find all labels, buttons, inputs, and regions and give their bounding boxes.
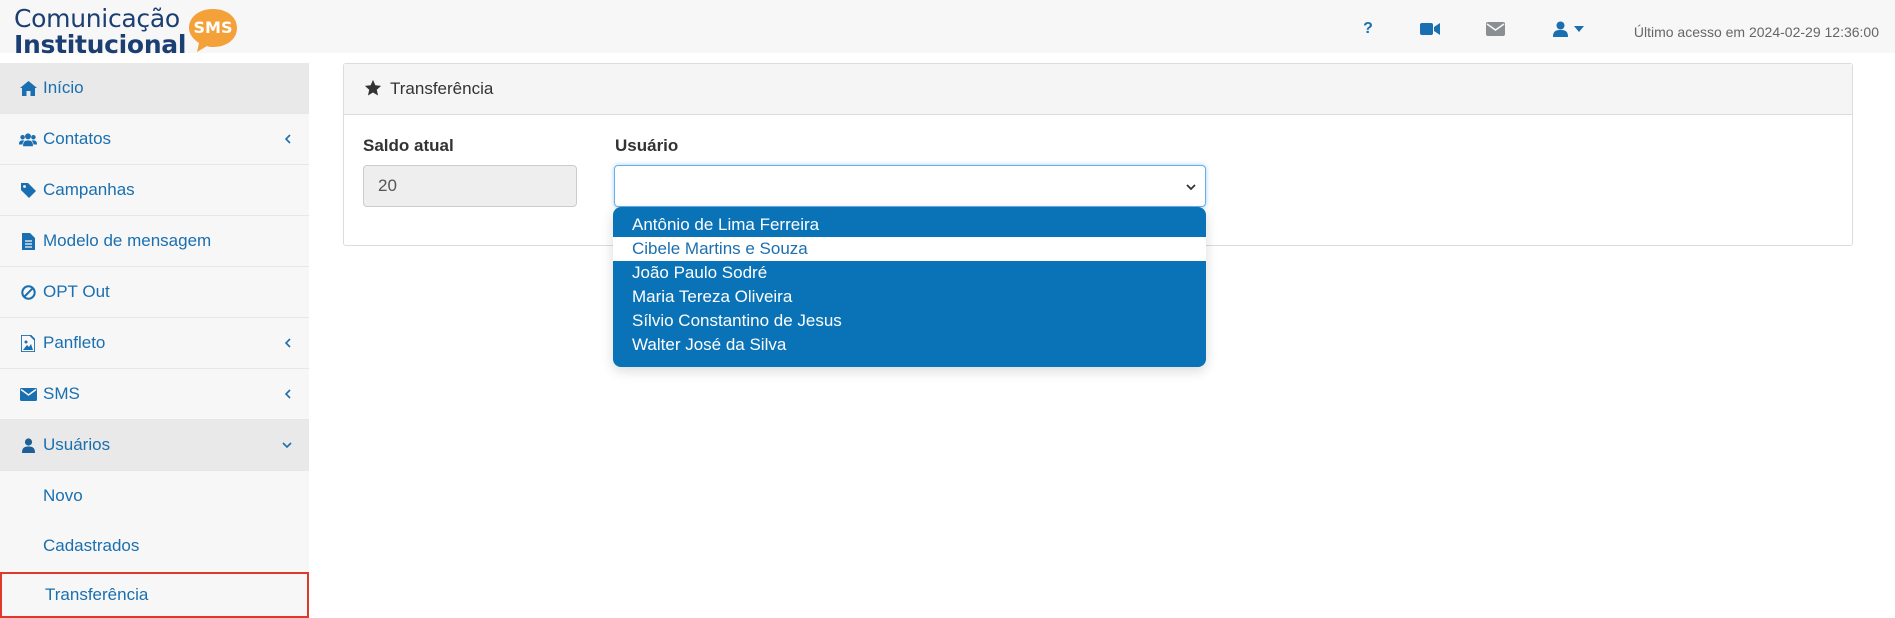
user-icon [19,436,37,454]
app-logo[interactable]: Comunicação Institucional SMS [14,2,244,59]
sidebar-item-sms[interactable]: SMS [0,369,309,420]
image-icon [19,334,37,352]
chevron-left-icon [281,388,293,400]
usuario-label: Usuário [615,136,679,155]
chevron-left-icon [281,337,293,349]
sidebar-item-opt-out[interactable]: OPT Out [0,267,309,318]
logo-line2: Institucional [14,30,187,59]
sidebar-item-campanhas[interactable]: Campanhas [0,165,309,216]
video-camera-icon [1420,23,1440,35]
sidebar-item-label: Usuários [43,435,111,454]
sidebar-item-contatos[interactable]: Contatos [0,114,309,165]
star-icon [364,79,382,96]
help-button[interactable]: ? [1361,20,1375,38]
sidebar-subitem-transferencia[interactable]: Transferência [0,572,309,618]
sidebar: Início Contatos Campanhas Modelo de mens… [0,63,309,618]
sidebar-subitem-cadastrados[interactable]: Cadastrados [0,521,309,571]
dropdown-option[interactable]: Maria Tereza Oliveira [613,285,1206,309]
sidebar-subitem-label: Cadastrados [43,536,140,555]
sidebar-item-modelo-de-mensagem[interactable]: Modelo de mensagem [0,216,309,267]
video-button[interactable] [1420,20,1440,38]
sidebar-item-label: Modelo de mensagem [43,231,212,250]
panel-title: Transferência [390,79,494,98]
sidebar-subitem-label: Novo [43,486,83,505]
logo-line1: Comunicação [14,4,180,33]
envelope-icon [19,385,37,403]
user-menu-button[interactable] [1550,20,1586,38]
sidebar-item-label: OPT Out [43,282,110,301]
sidebar-item-label: Contatos [43,129,112,148]
chevron-down-icon [1186,184,1196,191]
usuario-select[interactable] [614,165,1206,207]
chevron-left-icon [281,133,293,145]
sidebar-item-inicio[interactable]: Início [0,63,309,114]
saldo-field: 20 [363,165,577,207]
messages-button[interactable] [1485,20,1505,38]
chevron-down-icon [281,439,293,451]
question-icon: ? [1363,20,1373,37]
dropdown-option[interactable]: Walter José da Silva [613,333,1206,357]
ban-icon [19,283,37,301]
envelope-icon [1485,22,1505,36]
dropdown-option[interactable]: João Paulo Sodré [613,261,1206,285]
user-icon [1552,21,1568,37]
home-icon [19,79,37,97]
file-text-icon [19,232,37,250]
saldo-label: Saldo atual [363,136,454,155]
top-header: Comunicação Institucional SMS ? Último a… [0,0,1895,59]
caret-down-icon [1573,26,1584,32]
sidebar-item-label: Início [43,78,84,97]
sidebar-item-usuarios[interactable]: Usuários [0,420,309,471]
sidebar-subitem-novo[interactable]: Novo [0,471,309,521]
dropdown-option[interactable]: Antônio de Lima Ferreira [613,213,1206,237]
usuario-dropdown-list: Antônio de Lima Ferreira Cibele Martins … [613,207,1206,367]
sidebar-item-panfleto[interactable]: Panfleto [0,318,309,369]
dropdown-option[interactable]: Sílvio Constantino de Jesus [613,309,1206,333]
sidebar-item-label: SMS [43,384,80,403]
last-access-text: Último acesso em 2024-02-29 12:36:00 [1633,24,1879,40]
sidebar-subitem-label: Transferência [45,585,149,604]
panel-heading: Transferência [344,64,1852,115]
sidebar-item-label: Campanhas [43,180,135,199]
logo-badge-text: SMS [193,18,233,37]
dropdown-option[interactable]: Cibele Martins e Souza [613,237,1206,261]
sidebar-item-label: Panfleto [43,333,106,352]
users-icon [19,130,37,148]
tag-icon [19,181,37,199]
